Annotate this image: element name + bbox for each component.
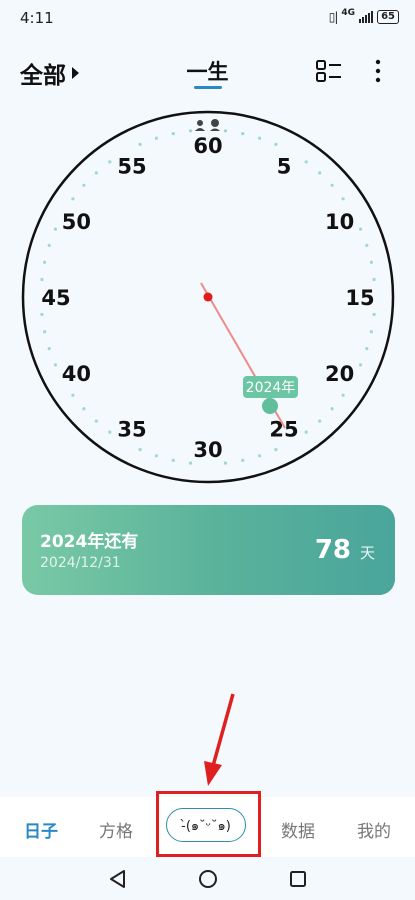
clock-tick-dot bbox=[258, 136, 262, 140]
clock-tick-dot bbox=[53, 227, 58, 231]
clock-tick-dot bbox=[274, 142, 278, 146]
clock-tick-dot bbox=[188, 461, 193, 465]
clock-tick-dot bbox=[53, 363, 58, 367]
clock-tick-dot bbox=[43, 330, 47, 334]
life-clock-face: 60 5 10 15 20 25 30 35 40 45 50 55 2024年 bbox=[21, 110, 395, 484]
clock-tick-dot bbox=[47, 243, 51, 247]
clock-tick-dot bbox=[94, 171, 98, 175]
life-clock: 60 5 10 15 20 25 30 35 40 45 50 55 2024年 bbox=[0, 102, 415, 488]
list-layout-icon[interactable] bbox=[315, 59, 343, 83]
tab-days[interactable]: 日子 bbox=[24, 817, 58, 842]
clock-tick-dot bbox=[154, 454, 158, 458]
clock-tick-dot bbox=[82, 183, 86, 187]
clock-tick-dot bbox=[359, 363, 363, 367]
clock-tick-dot bbox=[138, 448, 142, 452]
clock-tick-dot bbox=[223, 129, 228, 133]
clock-tick-dot bbox=[241, 458, 245, 462]
clock-tick-dot bbox=[359, 227, 363, 231]
year-marker bbox=[262, 398, 278, 414]
clock-tick-dot bbox=[258, 454, 262, 458]
clock-tick-dot bbox=[369, 330, 373, 334]
clock-number: 5 bbox=[277, 154, 292, 178]
clock-tick-dot bbox=[71, 197, 75, 201]
clock-tick-dot bbox=[94, 419, 98, 423]
clock-number: 60 bbox=[193, 134, 222, 158]
countdown-days: 78 bbox=[314, 535, 351, 565]
clock-tick-dot bbox=[318, 419, 322, 423]
recents-icon[interactable] bbox=[284, 865, 312, 893]
clock-tick-dot bbox=[304, 430, 308, 434]
countdown-title: 2024年还有 bbox=[40, 532, 139, 552]
clock-number: 10 bbox=[325, 210, 354, 234]
status-bar: 4:11 ▯| 4G 65 bbox=[0, 0, 415, 34]
countdown-card[interactable]: 2024年还有 2024/12/31 78 天 bbox=[22, 505, 395, 595]
bottom-tab-bar: 日子 方格 -̀(๑˘ᵕ˘๑) 数据 我的 bbox=[0, 797, 415, 857]
tab-emoticon[interactable]: -̀(๑˘ᵕ˘๑) bbox=[166, 808, 246, 842]
countdown-date: 2024/12/31 bbox=[40, 555, 121, 571]
status-time: 4:11 bbox=[20, 9, 54, 27]
clock-tick-dot bbox=[154, 136, 158, 140]
clock-tick-dot bbox=[304, 160, 308, 164]
clock-tick-dot bbox=[365, 243, 369, 247]
home-icon[interactable] bbox=[194, 865, 222, 893]
clock-tick-dot bbox=[47, 347, 51, 351]
system-nav-bar bbox=[0, 857, 415, 900]
clock-tick-dot bbox=[40, 312, 44, 317]
tab-grid[interactable]: 方格 bbox=[99, 817, 133, 842]
clock-tick-dot bbox=[372, 312, 376, 317]
caret-right-icon bbox=[72, 67, 79, 79]
header: 全部 一生 bbox=[0, 50, 415, 94]
year-label: 2024年 bbox=[246, 380, 296, 396]
clock-number: 55 bbox=[117, 154, 146, 178]
clock-tick-dot bbox=[171, 458, 175, 462]
back-icon[interactable] bbox=[104, 865, 132, 893]
clock-tick-dot bbox=[274, 448, 278, 452]
clock-number: 35 bbox=[117, 418, 146, 442]
network-type: 4G bbox=[341, 8, 356, 18]
clock-tick-dot bbox=[138, 142, 142, 146]
clock-tick-dot bbox=[171, 132, 175, 136]
clock-number: 25 bbox=[269, 418, 298, 442]
clock-tick-dot bbox=[223, 461, 228, 465]
clock-tick-dot bbox=[40, 277, 44, 282]
clock-number: 30 bbox=[193, 438, 222, 462]
clock-tick-dot bbox=[365, 347, 369, 351]
clock-tick-dot bbox=[108, 160, 112, 164]
filter-label: 全部 bbox=[20, 63, 66, 89]
clock-center-dot bbox=[203, 292, 213, 302]
title-underline bbox=[194, 86, 222, 89]
more-vertical-icon[interactable] bbox=[370, 58, 386, 84]
tab-data[interactable]: 数据 bbox=[281, 817, 315, 842]
clock-number: 20 bbox=[325, 362, 354, 386]
clock-number: 15 bbox=[345, 286, 374, 310]
clock-tick-dot bbox=[318, 171, 322, 175]
clock-tick-dot bbox=[372, 277, 376, 282]
clock-tick-dot bbox=[108, 430, 112, 434]
tab-mine[interactable]: 我的 bbox=[357, 817, 391, 842]
clock-number: 50 bbox=[62, 210, 91, 234]
signal-icon bbox=[359, 11, 374, 23]
clock-tick-dot bbox=[369, 260, 373, 264]
emoticon-label: -̀(๑˘ᵕ˘๑) bbox=[181, 818, 231, 834]
clock-tick-dot bbox=[341, 393, 345, 397]
clock-tick-dot bbox=[43, 260, 47, 264]
clock-tick-dot bbox=[330, 407, 334, 411]
countdown-unit: 天 bbox=[359, 544, 375, 562]
vibrate-icon: ▯| bbox=[328, 10, 339, 24]
clock-tick-dot bbox=[341, 197, 345, 201]
status-icons: ▯| 4G 65 bbox=[328, 8, 399, 24]
clock-tick-dot bbox=[82, 407, 86, 411]
filter-dropdown[interactable]: 全部 bbox=[20, 56, 79, 90]
battery-icon: 65 bbox=[377, 10, 399, 24]
clock-tick-dot bbox=[241, 132, 245, 136]
clock-tick-dot bbox=[71, 393, 75, 397]
clock-number: 40 bbox=[62, 362, 91, 386]
clock-tick-dot bbox=[188, 129, 193, 133]
clock-number: 45 bbox=[41, 286, 70, 310]
clock-tick-dot bbox=[330, 183, 334, 187]
